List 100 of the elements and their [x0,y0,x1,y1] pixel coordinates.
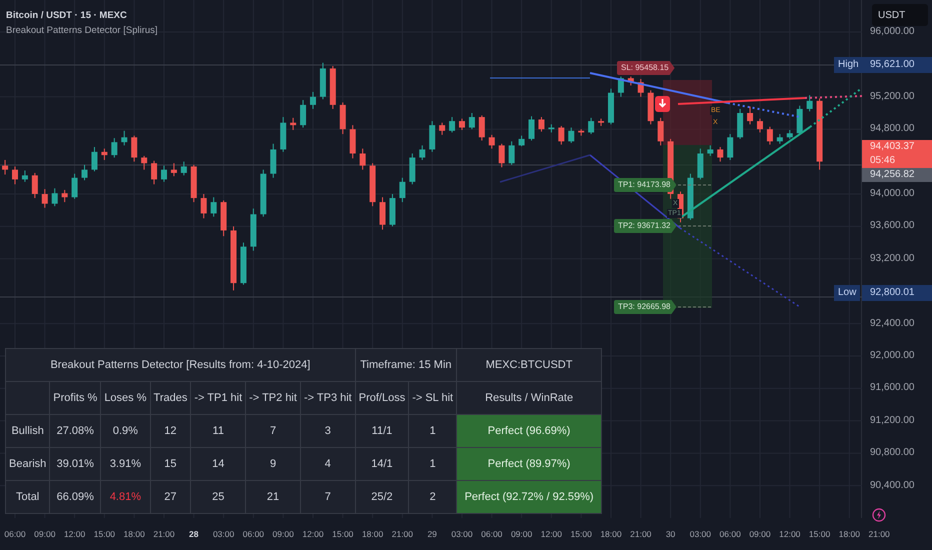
candlestick [380,196,386,230]
candlestick [766,126,773,146]
candlestick [12,166,18,185]
table-cell: MEXC:BTCUSDT [456,348,602,382]
price-tick-label: 95,200.00 [870,90,914,104]
candlestick [776,134,783,144]
candlestick [747,106,754,125]
take-profit-label: TP1: 94173.98 [614,178,676,192]
time-label: 03:00 [450,528,474,540]
take-profit-label: TP2: 93671.32 [614,219,676,233]
candlestick [756,118,763,133]
time-label: 06:00 [718,528,742,540]
time-label: 03:00 [212,528,236,540]
time-label: 18:00 [599,528,623,540]
column-header: Loses % [100,382,150,414]
time-label: 06:00 [480,528,504,540]
candlestick [91,146,98,172]
candlestick [588,117,594,135]
row-header: Total [6,480,50,514]
table-cell: 14/1 [355,448,409,480]
candlestick [101,148,108,160]
price-tick-label: 96,000.00 [870,24,914,39]
time-label: 21:00 [868,528,891,540]
time-label: 09:00 [272,528,295,540]
time-label: 28 [188,528,200,540]
table-cell: Perfect (89.97%) [456,448,602,480]
table-cell: 25 [190,480,246,514]
price-value: 94,403.37 [870,140,916,154]
candlestick [72,173,78,200]
candlestick [488,134,495,150]
candlestick [141,155,148,170]
table-cell: 4 [300,448,356,480]
table-cell: Timeframe: 15 Min [355,348,457,382]
candlestick [151,160,158,185]
table-cell: 3 [300,414,356,448]
time-label: 29 [426,528,438,540]
table-cell: 4.81% [100,480,150,514]
time-label: 06:00 [3,528,27,540]
price-value: 94,256.82 [870,168,916,182]
time-label: 03:00 [688,528,712,540]
candlestick [82,164,88,181]
candlestick [2,159,8,176]
time-label: 21:00 [152,528,176,540]
table-cell: Perfect (92.72% / 92.59%) [456,480,602,514]
candlestick [180,161,187,176]
table-cell: 11 [190,414,246,448]
candlestick [419,144,426,160]
symbol-title: Bitcoin / USDT · 15 · MEXC [6,9,128,23]
candlestick [568,127,574,144]
table-cell: 39.01% [50,448,101,480]
candlestick [32,172,38,199]
price-tick-label: 90,400.00 [870,478,914,493]
column-header: -> TP1 hit [190,382,246,414]
candlestick [478,114,485,142]
candlestick [717,146,724,162]
table-cell: 12 [150,414,191,448]
candlestick [439,122,446,136]
price-tick-label: 92,000.00 [870,348,914,363]
price-value: 92,800.01 [870,286,916,300]
table-cell: 3.91% [100,448,150,480]
column-header: -> TP2 hit [246,382,300,414]
price-tick-label: 94,800.00 [870,122,914,136]
time-label: 15:00 [92,528,116,540]
candlestick [528,116,535,142]
time-label: 18:00 [838,528,861,540]
time-label: 12:00 [301,528,325,540]
time-label: 15:00 [808,528,832,540]
candlestick [42,188,48,208]
price-tick-label: 93,200.00 [870,252,914,266]
price-tick-label: 90,800.00 [870,446,914,460]
candlestick [360,148,366,170]
indicator-name: Breakout Patterns Detector [Splirus] [6,24,158,38]
candlestick [399,177,406,203]
table-cell: 7 [300,480,356,514]
currency-button[interactable]: USDT [872,4,928,26]
lightning-icon[interactable] [872,508,886,522]
table-cell: 25/2 [355,480,409,514]
candlestick [111,138,118,158]
column-header: Trades [150,382,191,414]
price-marker-label: Low [834,285,860,301]
time-label: 15:00 [331,528,354,540]
candlestick [458,118,465,131]
countdown-timer: 05:46 [870,154,896,168]
table-cell: 21 [246,480,300,514]
candlestick [806,94,813,112]
candlestick [210,196,217,218]
row-header: Bullish [6,414,50,448]
candlestick [22,170,28,182]
time-label: 09:00 [33,528,56,540]
price-tick-label: 93,600.00 [870,219,914,234]
table-cell: 14 [190,448,246,480]
candlestick [468,112,475,130]
candlestick [200,193,207,219]
price-tick-label: 91,600.00 [870,381,914,396]
time-label: 09:00 [510,528,534,540]
time-label: 21:00 [390,528,414,540]
time-label: 18:00 [122,528,146,540]
table-cell: 27 [150,480,191,514]
column-header: -> SL hit [408,382,457,414]
table-cell: 66.09% [50,480,101,514]
